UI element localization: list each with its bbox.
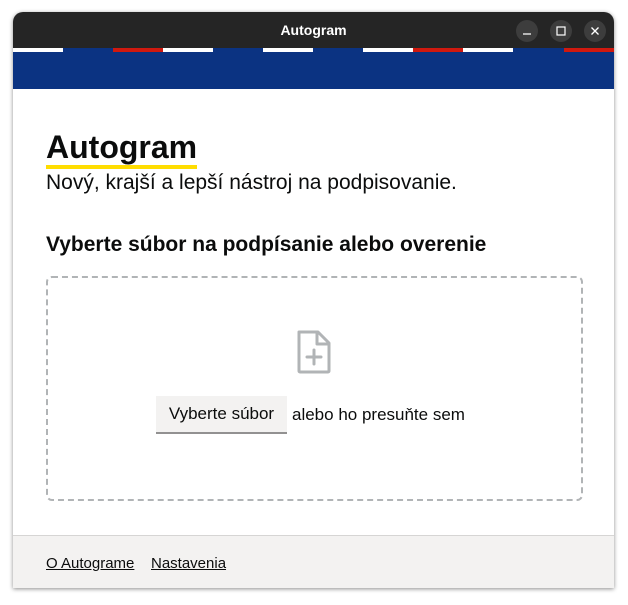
file-drop-zone[interactable]: Vyberte súbor alebo ho presuňte sem: [46, 276, 583, 501]
title-bar[interactable]: Autogram: [13, 12, 614, 48]
header-band: [13, 52, 614, 89]
maximize-icon: [556, 26, 566, 36]
minimize-icon: [522, 26, 532, 36]
section-heading: Vyberte súbor na podpísanie alebo overen…: [46, 233, 487, 256]
page-title: Autogram: [46, 129, 198, 169]
close-button[interactable]: [584, 20, 606, 42]
minimize-button[interactable]: [516, 20, 538, 42]
choose-file-button[interactable]: Vyberte súbor: [156, 396, 287, 434]
page-subtitle: Nový, krajší a lepší nástroj na podpisov…: [46, 171, 457, 194]
file-plus-icon: [296, 330, 332, 379]
settings-link[interactable]: Nastavenia: [151, 555, 226, 572]
about-link[interactable]: O Autograme: [46, 555, 134, 572]
drop-hint-text: alebo ho presuňte sem: [292, 405, 465, 424]
maximize-button[interactable]: [550, 20, 572, 42]
footer: O Autograme Nastavenia: [13, 535, 614, 588]
main-content: Autogram Nový, krajší a lepší nástroj na…: [13, 89, 614, 535]
close-icon: [590, 26, 600, 36]
app-window: Autogram Autogram Nový, krajší a lepší n…: [13, 12, 614, 588]
